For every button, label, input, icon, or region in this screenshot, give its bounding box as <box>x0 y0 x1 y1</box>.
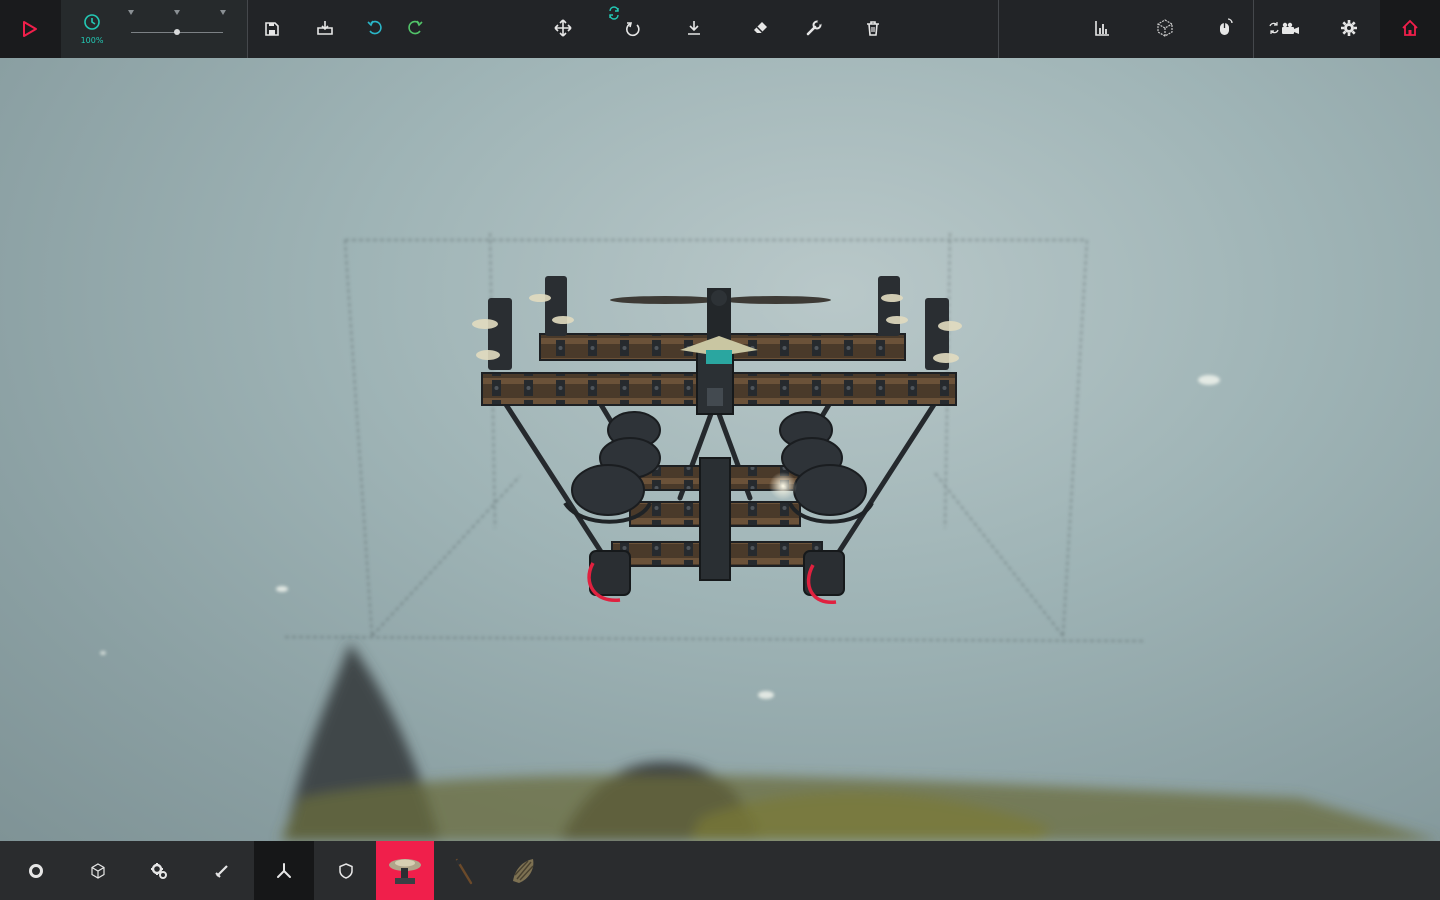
camera-cycle-icon <box>1269 22 1299 34</box>
category-weaponry[interactable] <box>192 841 252 900</box>
divider <box>247 0 248 58</box>
home-icon <box>1402 19 1418 36</box>
block-category-bar <box>0 841 1440 900</box>
trash-icon <box>867 21 879 36</box>
build-viewport[interactable] <box>0 58 1440 841</box>
mouse-control-button[interactable] <box>1211 12 1241 42</box>
spear-thumbnail-icon <box>455 858 473 884</box>
cube-icon <box>91 862 105 879</box>
erase-button[interactable] <box>746 13 776 43</box>
snap-to-ground-button[interactable] <box>679 13 709 43</box>
slider-tick <box>220 10 226 15</box>
gear-icon <box>1341 20 1357 36</box>
redo-button[interactable] <box>400 13 430 43</box>
play-button[interactable] <box>15 14 45 44</box>
foreground-terrain <box>280 643 1440 841</box>
clock-icon <box>84 14 100 30</box>
category-mechanical[interactable] <box>129 841 189 900</box>
propeller-icon <box>277 862 291 878</box>
build-scene <box>100 232 1440 841</box>
top-toolbar: 100% <box>0 0 1440 58</box>
translate-button[interactable] <box>548 13 578 43</box>
shell-thumbnail-icon <box>513 858 534 883</box>
modify-button[interactable] <box>799 13 829 43</box>
slider-knob[interactable] <box>174 29 180 35</box>
undo-button[interactable] <box>360 13 390 43</box>
delete-button[interactable] <box>858 13 888 43</box>
bounding-box-button[interactable] <box>1150 13 1180 43</box>
undo-icon <box>367 20 382 35</box>
category-shell[interactable] <box>493 841 553 900</box>
save-icon <box>265 22 279 36</box>
category-flight[interactable] <box>254 841 314 900</box>
slider-tick <box>174 10 180 15</box>
time-scale-slider[interactable] <box>128 8 226 38</box>
settings-button[interactable] <box>1334 13 1364 43</box>
home-button[interactable] <box>1395 13 1425 43</box>
rotate-button[interactable] <box>618 14 648 44</box>
eraser-icon <box>754 22 767 33</box>
category-geometry[interactable] <box>68 841 128 900</box>
category-basic-blocks[interactable] <box>6 841 66 900</box>
light-particles <box>100 375 1220 699</box>
circle-icon <box>29 863 43 878</box>
machine <box>472 276 962 604</box>
camera-button[interactable] <box>1266 13 1304 43</box>
shield-icon <box>339 862 353 879</box>
load-button[interactable] <box>310 13 340 43</box>
rotate-icon <box>626 22 640 37</box>
slider-tick <box>128 10 134 15</box>
time-scale-button[interactable] <box>77 7 107 37</box>
speed-label: 100% <box>80 36 104 45</box>
statistics-button[interactable] <box>1087 13 1117 43</box>
cube-icon <box>1157 19 1173 37</box>
category-cannon-ornament[interactable] <box>376 841 434 900</box>
category-armour[interactable] <box>316 841 376 900</box>
mouse-icon <box>1220 18 1233 35</box>
divider <box>998 0 999 58</box>
category-spear[interactable] <box>434 841 494 900</box>
sword-icon <box>215 864 228 878</box>
snap-down-icon <box>688 21 700 35</box>
redo-icon <box>408 20 423 35</box>
save-button[interactable] <box>257 14 287 44</box>
load-machine-icon <box>317 21 333 35</box>
bar-chart-icon <box>1095 21 1109 36</box>
divider <box>1253 0 1254 58</box>
cannon-thumbnail-icon <box>389 858 421 884</box>
move-arrows-icon <box>554 19 572 37</box>
gears-icon <box>151 862 167 879</box>
play-icon <box>23 21 37 37</box>
wrench-icon <box>806 20 822 36</box>
